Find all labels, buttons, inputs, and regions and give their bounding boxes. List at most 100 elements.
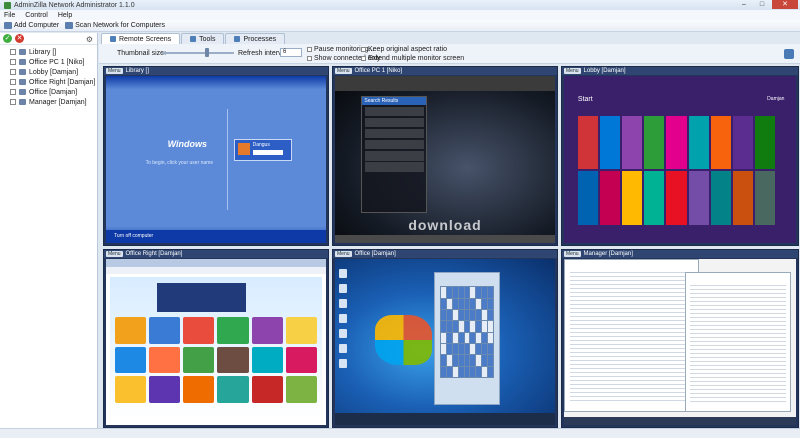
game-row xyxy=(364,118,424,128)
view-options-icon[interactable] xyxy=(784,49,794,59)
tile-title: Office PC 1 [Niko] xyxy=(354,68,403,74)
tab-processes[interactable]: Processes xyxy=(225,33,286,44)
menu-help[interactable]: Help xyxy=(58,12,72,19)
mine-cell xyxy=(452,298,458,309)
mine-cell xyxy=(482,343,487,355)
watermark: download xyxy=(408,216,482,233)
mine-cell xyxy=(487,366,493,377)
computer-panel: ✓ ✕ ⚙ Library [] Office PC 1 [Niko] Lobb… xyxy=(0,33,98,428)
start-tile xyxy=(710,171,731,225)
checkbox[interactable] xyxy=(10,79,16,85)
window-controls: – □ ✕ xyxy=(736,0,798,9)
screen-thumbnail[interactable] xyxy=(335,259,555,425)
start-tile xyxy=(754,116,776,170)
computer-item[interactable]: Office Right [Damjan] xyxy=(10,77,97,87)
computer-item[interactable]: Manager [Damjan] xyxy=(10,97,97,107)
screen-tile[interactable]: Menu Lobby [Damjan] Start Damjan xyxy=(561,66,799,246)
mine-cell xyxy=(482,298,487,309)
disconnect-icon[interactable]: ✕ xyxy=(15,34,24,43)
checkbox[interactable] xyxy=(307,47,312,52)
checkbox[interactable] xyxy=(361,47,366,52)
refresh-interval-select[interactable]: 6 xyxy=(280,48,302,57)
tile-title: Office [Damjan] xyxy=(354,251,396,257)
taskbar xyxy=(564,416,796,425)
password-field xyxy=(252,150,283,156)
mine-cell xyxy=(464,287,470,298)
screen-thumbnail[interactable]: Start Damjan xyxy=(564,76,796,243)
tab-tools[interactable]: Tools xyxy=(181,33,225,44)
computer-icon xyxy=(19,69,26,75)
window-pane xyxy=(564,259,699,412)
tile-title: Manager [Damjan] xyxy=(583,251,633,257)
mine-cell xyxy=(446,321,452,332)
screen-tile[interactable]: Menu Office [Damjan] xyxy=(332,249,558,428)
game-thumbnail xyxy=(286,346,318,374)
tile-menu-button[interactable]: Menu xyxy=(564,68,581,74)
screen-tile[interactable]: Menu Library [] Windows To begin, click y… xyxy=(103,66,329,246)
tile-header: Menu Library [] xyxy=(104,67,328,75)
mine-cell xyxy=(482,355,487,366)
mine-cell xyxy=(441,298,446,309)
desktop-icon xyxy=(339,313,348,323)
screen-tile[interactable]: Menu Office Right [Damjan] xyxy=(103,249,329,428)
start-tile xyxy=(688,116,709,170)
computer-item[interactable]: Office PC 1 [Niko] xyxy=(10,57,97,67)
thumbnail-size-slider[interactable] xyxy=(162,52,234,54)
mine-cell xyxy=(476,321,482,332)
mine-cell xyxy=(446,366,452,377)
screen-tile[interactable]: Menu Manager [Damjan] xyxy=(561,249,799,428)
mine-cell xyxy=(476,355,482,366)
computer-item[interactable]: Lobby [Damjan] xyxy=(10,67,97,77)
checkbox[interactable] xyxy=(10,89,16,95)
add-computer-button[interactable]: Add Computer xyxy=(4,22,59,29)
checkbox[interactable] xyxy=(10,59,16,65)
tile-menu-button[interactable]: Menu xyxy=(335,68,352,74)
scan-network-button[interactable]: Scan Network for Computers xyxy=(65,22,165,29)
start-label: Start xyxy=(577,96,593,104)
checkbox[interactable] xyxy=(10,69,16,75)
panel-title: Search Results xyxy=(362,97,427,106)
screen-thumbnail[interactable]: Search Results download xyxy=(335,76,555,243)
keep-aspect-checkbox[interactable]: Keep original aspect ratio xyxy=(361,46,447,53)
mine-cell xyxy=(487,343,493,355)
checkbox[interactable] xyxy=(10,49,16,55)
tile-menu-button[interactable]: Menu xyxy=(106,251,123,257)
tile-menu-button[interactable]: Menu xyxy=(106,68,123,74)
connect-icon[interactable]: ✓ xyxy=(3,34,12,43)
start-tile xyxy=(622,171,643,225)
minimize-icon[interactable]: – xyxy=(736,0,752,9)
maximize-icon[interactable]: □ xyxy=(754,0,770,9)
menu-file[interactable]: File xyxy=(4,12,15,19)
game-row xyxy=(364,162,424,172)
game-thumbnail xyxy=(286,317,318,344)
screen-thumbnail[interactable]: Windows To begin, click your user name D… xyxy=(106,76,326,243)
slider-thumb[interactable] xyxy=(204,48,209,57)
tile-menu-button[interactable]: Menu xyxy=(564,251,581,257)
checkbox[interactable] xyxy=(361,56,366,61)
tile-header: Menu Office PC 1 [Niko] xyxy=(333,67,557,75)
tile-header: Menu Office Right [Damjan] xyxy=(104,250,328,258)
tile-menu-button[interactable]: Menu xyxy=(335,251,352,257)
mine-cell xyxy=(458,343,464,355)
mine-cell xyxy=(452,366,458,377)
screen-thumbnail[interactable] xyxy=(564,259,796,425)
checkbox[interactable] xyxy=(10,99,16,105)
checkbox[interactable] xyxy=(307,56,312,61)
settings-icon[interactable]: ⚙ xyxy=(86,35,93,44)
screen-tile[interactable]: Menu Office PC 1 [Niko] Search Results do… xyxy=(332,66,558,246)
mine-cell xyxy=(487,287,493,298)
screen-thumbnail[interactable] xyxy=(106,259,326,425)
start-tile xyxy=(644,116,665,170)
close-icon[interactable]: ✕ xyxy=(772,0,798,9)
computer-item[interactable]: Library [] xyxy=(10,47,97,57)
game-row xyxy=(364,106,424,117)
game-thumbnail xyxy=(217,346,249,374)
mine-cell xyxy=(470,366,476,377)
extend-monitor-checkbox[interactable]: Extend multiple monitor screen xyxy=(361,55,464,62)
mine-cell xyxy=(458,355,464,366)
computer-item[interactable]: Office [Damjan] xyxy=(10,87,97,97)
user-name: Damjan xyxy=(767,96,785,103)
computer-list: Library [] Office PC 1 [Niko] Lobby [Dam… xyxy=(0,45,97,107)
tab-remote-screens[interactable]: Remote Screens xyxy=(101,33,181,44)
menu-control[interactable]: Control xyxy=(25,12,48,19)
